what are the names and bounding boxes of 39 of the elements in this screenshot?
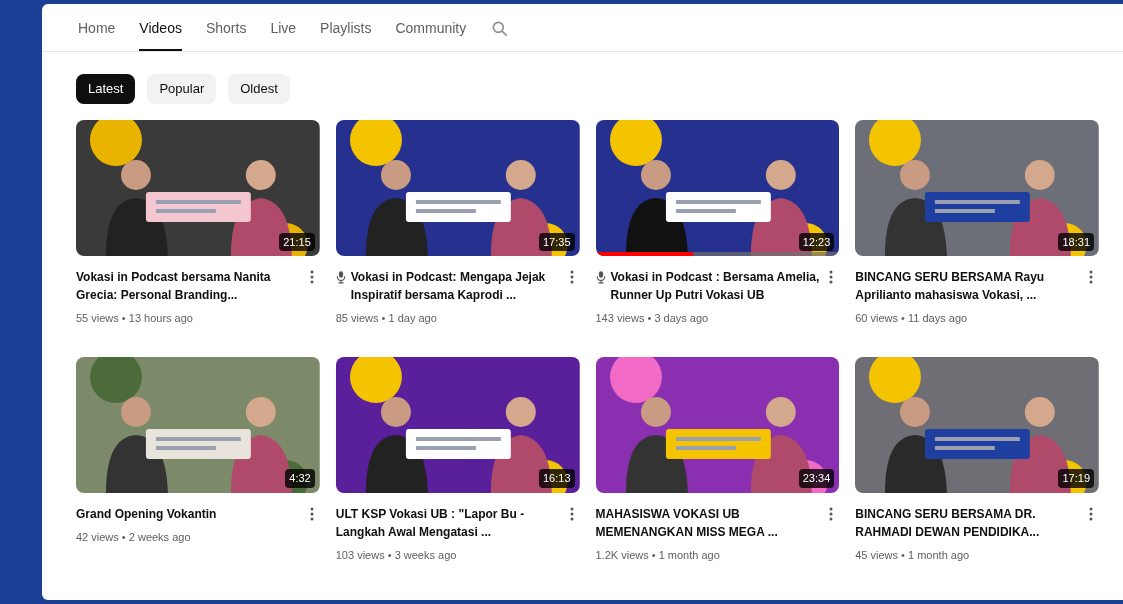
more-options-icon[interactable] <box>1089 506 1093 521</box>
more-options-icon[interactable] <box>309 270 314 284</box>
video-meta: 42 views • 2 weeks ago <box>76 529 192 545</box>
video-meta: 143 views • 3 days ago <box>595 311 710 326</box>
more-options-icon[interactable] <box>829 270 834 284</box>
video-title[interactable]: BINCANG SERU BERSAMA DR. RAHMADI DEWAN PENDIDIKA... <box>855 504 1083 541</box>
video-meta: 1.2K views • 1 month ago <box>595 547 721 563</box>
video-meta: 55 views • 13 hours ago <box>76 311 194 326</box>
filter-chip[interactable]: Popular <box>147 74 217 104</box>
video-title[interactable]: Vokasi in Podcast : Bersama Amelia, Runner Up Putri Vokasi UB <box>610 268 824 304</box>
duration-badge: 23:34 <box>798 469 835 488</box>
video-meta: 60 views • 11 days ago <box>855 311 969 326</box>
channel-tab[interactable]: Community <box>395 18 467 51</box>
video-title[interactable]: ULT KSP Vokasi UB : "Lapor Bu - Langkah Awal Mengatasi ... <box>335 504 564 541</box>
channel-tab[interactable]: Shorts <box>205 18 247 51</box>
microphone-icon <box>335 270 346 284</box>
video-title[interactable]: Grand Opening Vokantin <box>76 504 217 523</box>
channel-tab[interactable]: Live <box>270 18 297 51</box>
video-meta: 103 views • 3 weeks ago <box>335 547 458 563</box>
microphone-icon <box>595 270 606 284</box>
filter-chip[interactable]: Latest <box>76 74 136 104</box>
video-title[interactable]: Vokasi in Podcast bersama Nanita Grecia: Personal Branding... <box>76 268 304 304</box>
channel-tab[interactable]: Home <box>78 18 116 51</box>
more-options-icon[interactable] <box>569 270 574 284</box>
duration-badge: 4:32 <box>285 469 315 488</box>
more-options-icon[interactable] <box>569 506 574 521</box>
duration-badge: 16:13 <box>538 469 575 488</box>
video-title[interactable]: BINCANG SERU BERSAMA Rayu Aprilianto mahasiswa Vokasi, ... <box>855 268 1083 304</box>
video-meta: 85 views • 1 day ago <box>335 311 438 326</box>
channel-tab[interactable]: Playlists <box>320 18 372 51</box>
duration-badge: 17:19 <box>1058 469 1094 488</box>
video-title[interactable]: MAHASISWA VOKASI UB MEMENANGKAN MISS MEGA ... <box>595 504 824 541</box>
filter-chip[interactable]: Oldest <box>228 74 290 104</box>
more-options-icon[interactable] <box>829 506 834 521</box>
more-options-icon[interactable] <box>309 506 314 521</box>
video-meta: 45 views • 1 month ago <box>855 547 971 563</box>
channel-tab[interactable]: Videos <box>139 18 182 51</box>
more-options-icon[interactable] <box>1089 270 1093 284</box>
video-title[interactable]: Vokasi in Podcast: Mengapa Jejak Inspiratif bersama Kaprodi ... <box>350 268 564 304</box>
